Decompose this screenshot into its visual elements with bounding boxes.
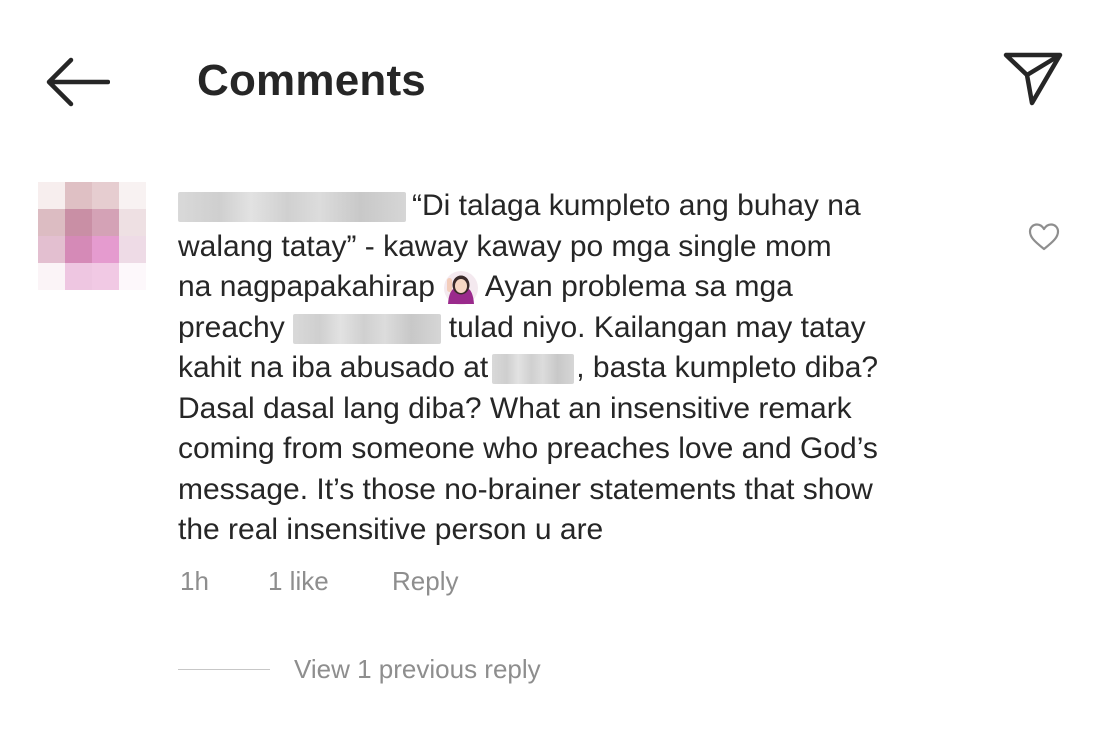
comment-text-segment: kahit na iba abusado at [178, 351, 489, 384]
redacted-word [492, 354, 575, 385]
page-title: Comments [197, 56, 426, 105]
comment-item: “Di talaga kumpleto ang buhay na walang … [0, 160, 1120, 738]
comment-line: “Di talaga kumpleto ang buhay na [178, 186, 998, 227]
comment-line: message. It’s those no-brainer statement… [178, 472, 873, 506]
arrow-left-icon [46, 57, 110, 107]
like-comment-button[interactable] [1026, 220, 1062, 254]
comments-header: Comments [0, 0, 1120, 160]
comment-like-count[interactable]: 1 like [268, 566, 392, 597]
comment-text-segment: Ayan problema sa mga [484, 270, 793, 303]
comment-line: kahit na iba abusado at , basta kumpleto … [178, 348, 998, 389]
avatar[interactable] [38, 182, 146, 290]
comment-actions: 1h 1 like Reply [180, 566, 458, 597]
replies-divider [178, 669, 270, 670]
share-button[interactable] [998, 46, 1068, 112]
comment-line: preachy tulad niyo. Kailangan may tatay [178, 308, 998, 349]
comment-text: “Di talaga kumpleto ang buhay na walang … [178, 186, 998, 551]
comment-timestamp: 1h [180, 566, 209, 596]
redacted-word [292, 313, 441, 344]
view-replies-button[interactable]: View 1 previous reply [178, 654, 541, 685]
paper-plane-icon [1003, 52, 1063, 106]
comment-text-segment: tulad niyo. Kailangan may tatay [448, 310, 866, 344]
comment-line: Dasal dasal lang diba? What an insensiti… [178, 391, 852, 425]
view-replies-label: View 1 previous reply [294, 654, 541, 684]
comment-text-segment: , basta kumpleto diba? [576, 351, 879, 384]
redacted-username[interactable] [178, 192, 406, 223]
comment-line: the real insensitive person u are [178, 513, 604, 546]
reply-button[interactable]: Reply [392, 566, 458, 597]
comment-text-segment: preachy [178, 310, 285, 344]
woman-raising-hand-emoji [443, 270, 479, 306]
comment-line: na nagpapakahirap Ayan problema sa mga [178, 267, 998, 308]
comment-line: walang tatay” - kaway kaway po mga singl… [178, 229, 832, 263]
back-button[interactable] [40, 52, 114, 112]
comment-line: coming from someone who preaches love an… [178, 432, 878, 465]
comment-text-segment: “Di talaga kumpleto ang buhay na [412, 189, 861, 222]
comment-text-segment: na nagpapakahirap [178, 270, 435, 303]
heart-outline-icon [1028, 223, 1060, 251]
